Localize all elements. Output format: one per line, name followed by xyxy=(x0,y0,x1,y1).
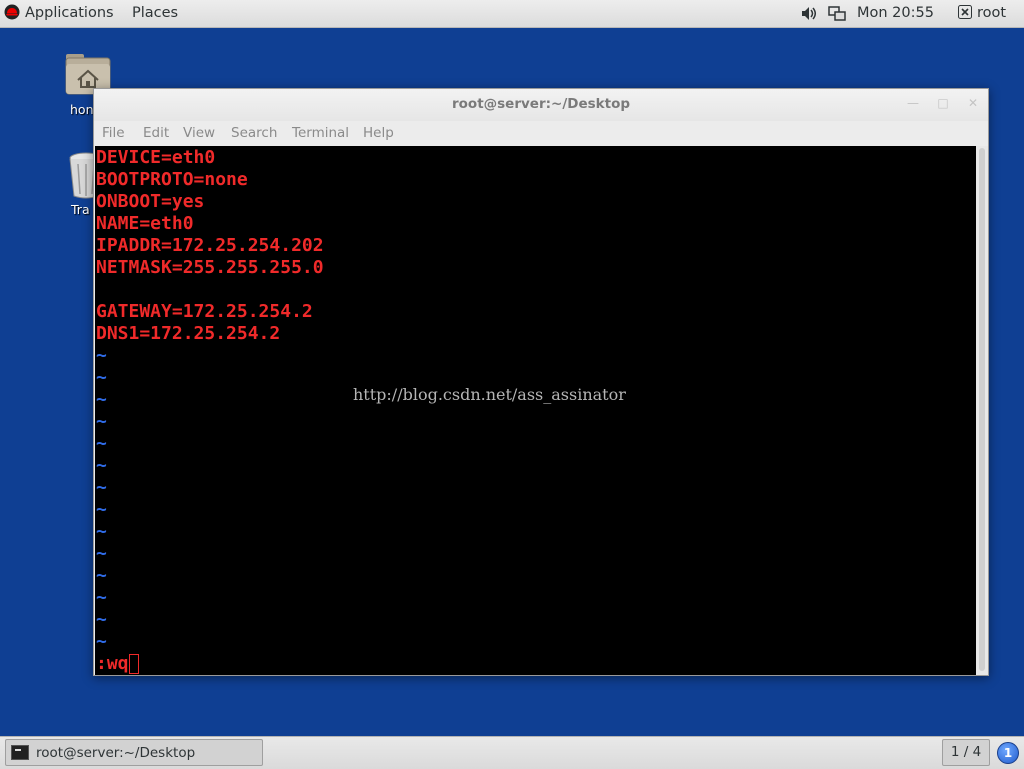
empty-line-tilde: ~ xyxy=(96,455,107,476)
empty-line-tilde: ~ xyxy=(96,499,107,520)
top-panel: Applications Places Mon 20:55 root xyxy=(0,0,1024,28)
applications-menu[interactable]: Applications xyxy=(4,0,114,27)
user-label: root xyxy=(977,5,1007,21)
volume-icon[interactable] xyxy=(800,0,818,27)
config-line: DNS1=172.25.254.2 xyxy=(96,323,281,344)
window-titlebar[interactable]: root@server:~/Desktop — □ ✕ xyxy=(94,89,988,121)
menu-terminal[interactable]: Terminal xyxy=(292,125,349,141)
minimize-icon[interactable]: — xyxy=(906,95,920,111)
menu-view[interactable]: View xyxy=(183,125,215,141)
notification-badge[interactable]: 1 xyxy=(997,742,1019,764)
text-cursor xyxy=(129,654,139,674)
places-menu[interactable]: Places xyxy=(132,0,178,27)
empty-line-tilde: ~ xyxy=(96,587,107,608)
user-icon xyxy=(958,5,972,19)
empty-line-tilde: ~ xyxy=(96,631,107,652)
watermark-text: http://blog.csdn.net/ass_assinator xyxy=(353,385,626,404)
config-line: IPADDR=172.25.254.202 xyxy=(96,235,324,256)
empty-line-tilde: ~ xyxy=(96,367,107,388)
clock[interactable]: Mon 20:55 xyxy=(857,0,934,27)
empty-line-tilde: ~ xyxy=(96,477,107,498)
empty-line-tilde: ~ xyxy=(96,345,107,366)
places-label: Places xyxy=(132,5,179,21)
bottom-panel: root@server:~/Desktop 1 / 4 1 xyxy=(0,736,1024,769)
terminal-content[interactable]: DEVICE=eth0 BOOTPROTO=none ONBOOT=yes NA… xyxy=(95,146,976,675)
empty-line-tilde: ~ xyxy=(96,565,107,586)
vim-command-line[interactable]: :wq xyxy=(96,653,129,675)
user-menu[interactable]: root xyxy=(958,0,1006,27)
empty-line-tilde: ~ xyxy=(96,609,107,630)
empty-line-tilde: ~ xyxy=(96,543,107,564)
config-line: ONBOOT=yes xyxy=(96,191,205,212)
taskbar-terminal-button[interactable]: root@server:~/Desktop xyxy=(5,739,263,766)
redhat-logo-icon xyxy=(4,4,20,20)
terminal-icon xyxy=(11,745,29,760)
config-line: NETMASK=255.255.255.0 xyxy=(96,257,324,278)
menu-file[interactable]: File xyxy=(102,125,125,141)
menu-help[interactable]: Help xyxy=(363,125,394,141)
empty-line-tilde: ~ xyxy=(96,521,107,542)
empty-line-tilde: ~ xyxy=(96,389,107,410)
scrollbar-thumb[interactable] xyxy=(979,148,985,671)
config-line: NAME=eth0 xyxy=(96,213,194,234)
close-icon[interactable]: ✕ xyxy=(966,95,980,111)
terminal-scrollbar[interactable] xyxy=(976,146,988,675)
window-title: root@server:~/Desktop xyxy=(451,96,631,112)
empty-line-tilde: ~ xyxy=(96,433,107,454)
menu-edit[interactable]: Edit xyxy=(143,125,169,141)
config-line: DEVICE=eth0 xyxy=(96,147,216,168)
home-icon-label: hon xyxy=(70,102,94,117)
terminal-window[interactable]: root@server:~/Desktop — □ ✕ File Edit Vi… xyxy=(93,88,989,676)
empty-line-tilde: ~ xyxy=(96,411,107,432)
taskbar-label: root@server:~/Desktop xyxy=(36,745,196,761)
applications-label: Applications xyxy=(25,5,114,21)
menu-search[interactable]: Search xyxy=(231,125,277,141)
trash-icon-label: Tra xyxy=(71,202,90,217)
workspace-switcher[interactable]: 1 / 4 xyxy=(942,739,990,766)
maximize-icon[interactable]: □ xyxy=(936,95,950,111)
terminal-menubar: File Edit View Search Terminal Help xyxy=(94,122,988,146)
config-line: GATEWAY=172.25.254.2 xyxy=(96,301,313,322)
network-icon[interactable] xyxy=(828,0,846,27)
config-line: BOOTPROTO=none xyxy=(96,169,248,190)
